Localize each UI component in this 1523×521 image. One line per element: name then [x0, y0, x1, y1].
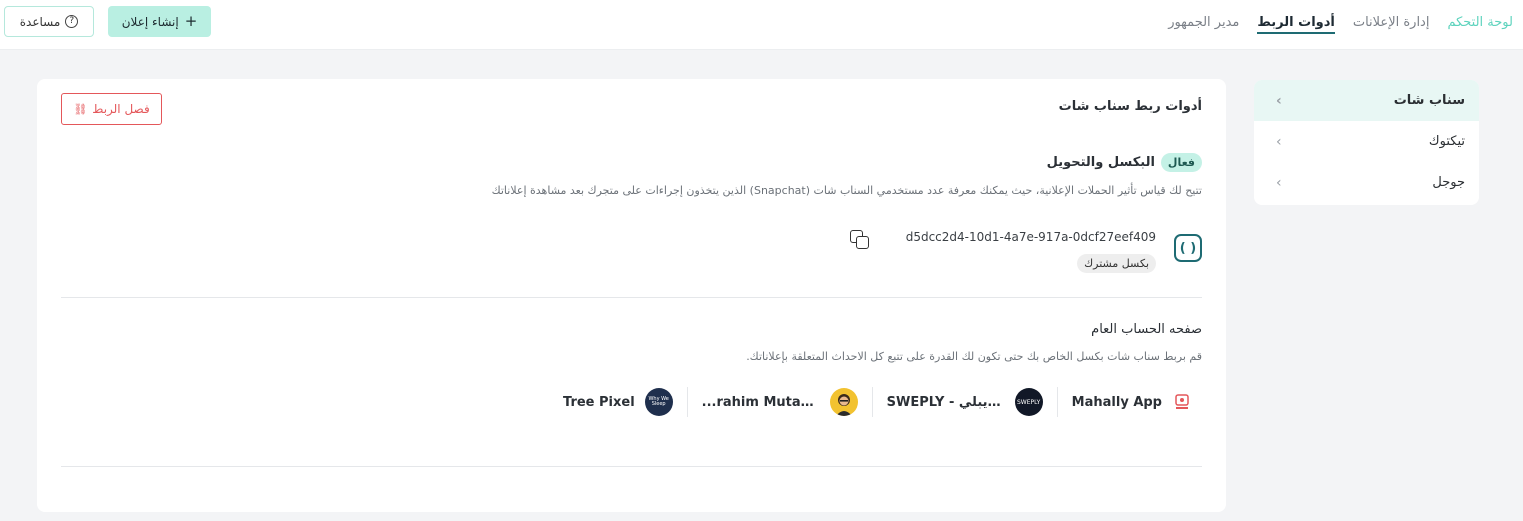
- avatar: SWEPLY: [1014, 388, 1043, 416]
- pixel-code-icon: ( ): [1174, 234, 1202, 262]
- help-icon: ?: [65, 15, 79, 28]
- create-ad-button[interactable]: + إنشاء إعلان: [108, 6, 211, 37]
- chevron-left-icon: ‹: [1276, 133, 1282, 150]
- pixel-header: البكسل والتحويل فعال: [1047, 153, 1202, 172]
- account-name: SWEPLY - سويبلي: [886, 394, 1005, 410]
- account-name: ...rahim Mutahar: [701, 394, 820, 410]
- account-item-rahim[interactable]: ...rahim Mutahar: [686, 387, 872, 417]
- account-item-mahally[interactable]: Mahally App: [1056, 387, 1206, 417]
- sidebar-item-tiktok[interactable]: تيكتوك ‹: [1254, 121, 1479, 162]
- account-item-tree-pixel[interactable]: Why We Sleep Tree Pixel: [549, 387, 687, 417]
- create-ad-label: إنشاء إعلان: [121, 14, 179, 29]
- top-bar: لوحة التحكم إدارة الإعلانات أدوات الربط …: [0, 0, 1523, 50]
- plus-icon: +: [184, 12, 198, 30]
- chevron-left-icon: ‹: [1276, 92, 1282, 109]
- sidebar-item-label: سناب شات: [1393, 93, 1465, 108]
- sidebar-item-label: جوجل: [1432, 175, 1465, 190]
- help-label: مساعدة: [19, 14, 61, 29]
- public-account-description: قم بربط سناب شات بكسل الخاص بك حتى تكون …: [746, 350, 1202, 363]
- unlink-button[interactable]: فصل الربط ⛓: [61, 93, 162, 125]
- chevron-left-icon: ‹: [1276, 174, 1282, 191]
- unlink-chain-icon: ⛓: [73, 102, 88, 116]
- main-nav: لوحة التحكم إدارة الإعلانات أدوات الربط …: [1150, 0, 1523, 44]
- divider: [61, 466, 1202, 467]
- copy-icon[interactable]: [849, 229, 871, 251]
- nav-audience-manager[interactable]: مدير الجمهور: [1168, 0, 1239, 44]
- pixel-description: تتيح لك قياس تأثير الحملات الإعلانية، حي…: [491, 184, 1202, 197]
- sidebar-item-snapchat[interactable]: سناب شات ‹: [1254, 80, 1479, 121]
- account-name: Mahally App: [1071, 394, 1162, 410]
- panel-title: أدوات ربط سناب شات: [1058, 99, 1202, 114]
- account-name: Tree Pixel: [563, 394, 635, 410]
- sidebar-item-label: تيكتوك: [1428, 134, 1465, 149]
- public-account-title: صفحه الحساب العام: [1091, 322, 1202, 337]
- account-item-sweply[interactable]: SWEPLY SWEPLY - سويبلي: [871, 387, 1057, 417]
- pixel-title: البكسل والتحويل: [1046, 155, 1155, 170]
- status-badge: فعال: [1160, 153, 1202, 172]
- sidebar-item-google[interactable]: جوجل ‹: [1254, 162, 1479, 203]
- account-list: Mahally App SWEPLY SWEPLY - سويبلي ...ra…: [549, 385, 1206, 419]
- shared-pixel-badge: بكسل مشترك: [1077, 254, 1156, 273]
- help-button[interactable]: ? مساعدة: [4, 6, 94, 37]
- avatar: Why We Sleep: [644, 388, 673, 416]
- unlink-label: فصل الربط: [92, 102, 150, 116]
- mahally-logo-icon: [1172, 392, 1192, 412]
- nav-ads-management[interactable]: إدارة الإعلانات: [1353, 0, 1430, 44]
- avatar: [829, 388, 858, 416]
- divider: [61, 297, 1202, 298]
- nav-dashboard[interactable]: لوحة التحكم: [1447, 0, 1513, 44]
- platform-sidebar: سناب شات ‹ تيكتوك ‹ جوجل ‹: [1254, 80, 1479, 205]
- pixel-id: d5dcc2d4-10d1-4a7e-917a-0dcf27eef409: [905, 230, 1156, 244]
- nav-integration-tools[interactable]: أدوات الربط: [1257, 0, 1336, 44]
- snapchat-integration-panel: أدوات ربط سناب شات فصل الربط ⛓ البكسل وا…: [37, 79, 1226, 512]
